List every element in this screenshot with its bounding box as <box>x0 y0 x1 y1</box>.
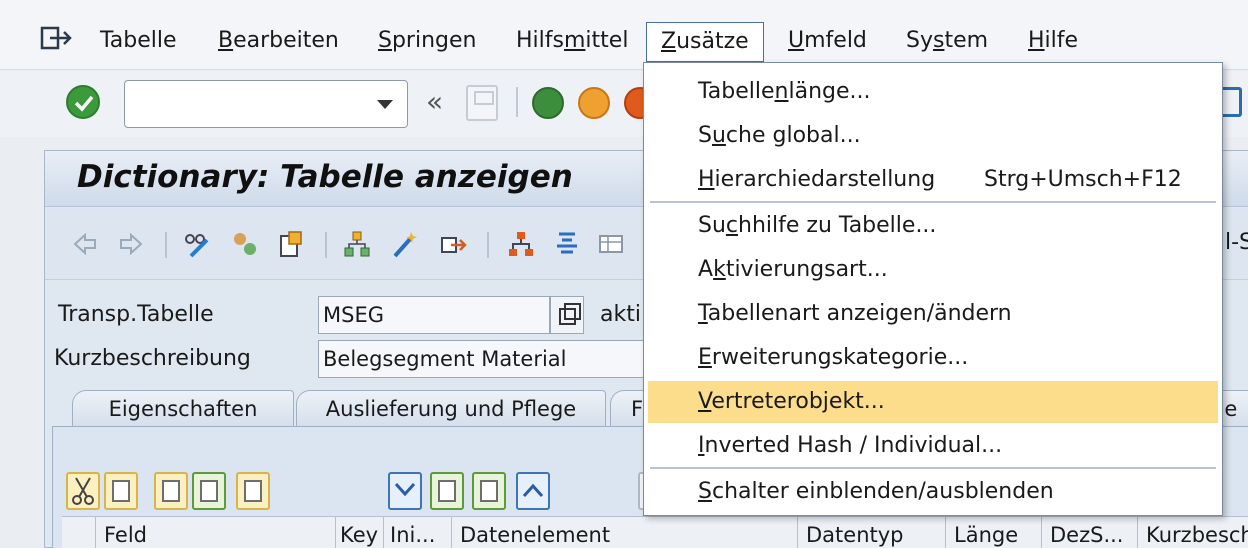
paste-icon[interactable] <box>154 472 188 510</box>
copy-rows-icon[interactable] <box>104 472 138 510</box>
hierarchy-icon[interactable] <box>343 230 371 258</box>
tab-auslieferung-und-pflege[interactable]: Auslieferung und Pflege <box>296 390 606 426</box>
menu-item-suche-global[interactable]: Suche global... <box>648 115 1218 157</box>
table-icon[interactable] <box>597 230 625 258</box>
table-name-field[interactable]: MSEG <box>318 296 550 334</box>
save-icon[interactable] <box>466 85 498 121</box>
chevron-down-icon <box>394 482 416 497</box>
menu-system[interactable]: System <box>906 24 988 58</box>
menu-item-hierarchiedarstellung[interactable]: Hierarchiedarstellung Strg+Umsch+F12 <box>648 159 1218 201</box>
column-header-key[interactable]: Key <box>336 516 384 548</box>
status-label: akti <box>600 302 641 327</box>
clipboard-icon[interactable] <box>277 230 305 258</box>
column-header-dezstellen[interactable]: DezS... <box>1042 516 1138 548</box>
cut-icon[interactable] <box>66 472 100 510</box>
menu-tabelle[interactable]: Tabelle <box>100 24 177 58</box>
delete-row-icon[interactable] <box>236 472 270 510</box>
menu-springen[interactable]: Springen <box>378 24 476 58</box>
structure-icon[interactable] <box>507 230 535 258</box>
column-header-laenge[interactable]: Länge <box>946 516 1042 548</box>
menu-item-tabellenart[interactable]: Tabellenart anzeigen/ändern <box>648 293 1218 335</box>
collapse-icon[interactable] <box>472 472 506 510</box>
toolbar-separator <box>516 87 518 117</box>
expand-icon[interactable] <box>430 472 464 510</box>
menu-item-aktivierungsart[interactable]: Aktivierungsart... <box>648 249 1218 291</box>
menu-item-schalter[interactable]: Schalter einblenden/ausblenden <box>648 471 1218 513</box>
page-title: Dictionary: Tabelle anzeigen <box>77 159 573 195</box>
menu-item-vertreterobjekt[interactable]: Vertreterobjekt... <box>648 381 1218 423</box>
short-description-label: Kurzbeschreibung <box>54 346 251 371</box>
arrow-right-icon[interactable] <box>117 230 145 258</box>
menu-umfeld[interactable]: Umfeld <box>788 24 867 58</box>
sort-up-icon[interactable] <box>516 472 550 510</box>
menu-separator <box>650 467 1216 469</box>
menu-item-inverted-hash[interactable]: Inverted Hash / Individual... <box>648 425 1218 467</box>
sort-down-icon[interactable] <box>388 472 422 510</box>
arrow-left-icon[interactable] <box>71 230 99 258</box>
menu-zusaetze[interactable]: Zusätze <box>646 22 764 62</box>
toolbar-separator <box>487 232 489 258</box>
scissors-icon <box>72 477 94 505</box>
glasses-pencil-icon[interactable] <box>183 230 211 258</box>
menu-separator <box>650 201 1216 203</box>
menu-bar: Tabelle Bearbeiten Springen Hilfsmittel … <box>0 0 1248 70</box>
menu-exit-icon[interactable] <box>40 26 72 50</box>
toolbar-separator <box>165 232 167 258</box>
check-icon <box>74 95 94 112</box>
column-header-kurzbeschreibung[interactable]: Kurzbesch <box>1138 516 1248 548</box>
chevron-down-icon[interactable] <box>377 100 393 109</box>
table-name-label: Transp.Tabelle <box>58 302 214 327</box>
short-description-field[interactable]: Belegsegment Material <box>318 340 648 378</box>
column-header-initial[interactable]: Ini... <box>384 516 452 548</box>
menu-item-tabellenlaenge[interactable]: Tabellenlänge... <box>648 71 1218 113</box>
zusaetze-dropdown-menu: Tabellenlänge... Suche global... Hierarc… <box>643 62 1223 516</box>
export-icon[interactable] <box>439 230 467 258</box>
menu-hilfe[interactable]: Hilfe <box>1028 24 1078 58</box>
menu-hilfsmittel[interactable]: Hilfsmittel <box>516 24 628 58</box>
menu-item-erweiterungskategorie[interactable]: Erweiterungskategorie... <box>648 337 1218 379</box>
column-header-feld[interactable]: Feld <box>96 516 336 548</box>
tab-eigenschaften[interactable]: Eigenschaften <box>72 390 294 426</box>
toolbar-separator <box>325 232 327 258</box>
align-icon[interactable] <box>553 230 581 258</box>
copy-icon[interactable] <box>550 296 584 334</box>
column-header-datentyp[interactable]: Datentyp <box>798 516 946 548</box>
shortcut-label: Strg+Umsch+F12 <box>984 167 1182 192</box>
back-icon[interactable] <box>532 87 564 119</box>
menu-item-suchhilfe[interactable]: Suchhilfe zu Tabelle... <box>648 205 1218 247</box>
row-selector-header[interactable] <box>62 516 96 548</box>
insert-row-icon[interactable] <box>192 472 226 510</box>
enter-button[interactable] <box>66 85 100 119</box>
toolbar-fragment-text: l-S <box>1225 230 1248 255</box>
toggle-active-icon[interactable] <box>231 230 259 258</box>
exit-icon[interactable] <box>578 87 610 119</box>
chevron-up-icon <box>522 483 544 498</box>
command-field[interactable] <box>124 80 408 128</box>
menu-bearbeiten[interactable]: Bearbeiten <box>218 24 339 58</box>
column-header-datenelement[interactable]: Datenelement <box>452 516 798 548</box>
magic-wand-icon[interactable] <box>391 230 419 258</box>
double-left-icon[interactable]: « <box>426 85 443 119</box>
